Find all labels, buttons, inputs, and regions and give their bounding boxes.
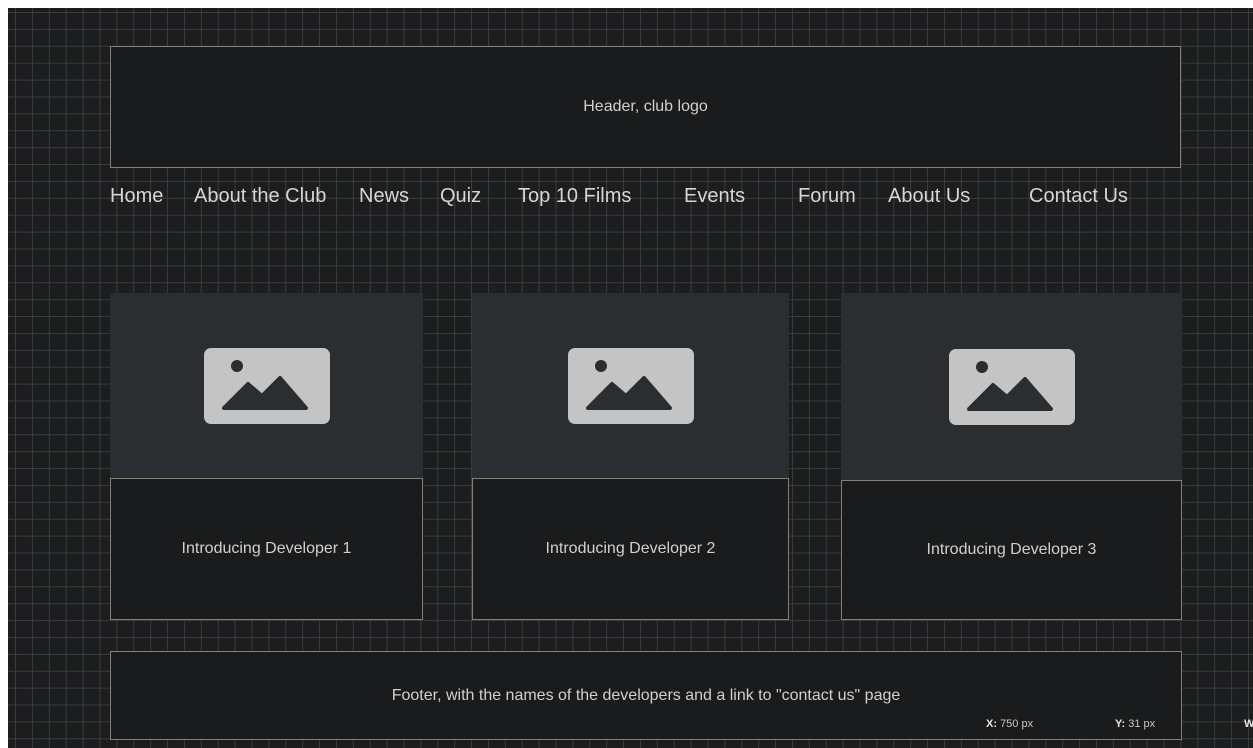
developer-1-card[interactable]: Introducing Developer 1 [110,478,423,620]
developer-3-caption: Introducing Developer 3 [926,541,1097,558]
nav-item-contact-us[interactable]: Contact Us [1029,184,1128,208]
nav-item-news[interactable]: News [359,184,409,208]
design-canvas: Header, club logo Home About the Club Ne… [8,8,1253,748]
x-coordinate-readout: X: 750 px [986,718,1033,730]
nav-item-forum[interactable]: Forum [798,184,856,208]
y-coordinate-value: 31 px [1128,718,1156,730]
nav-item-home[interactable]: Home [110,184,163,208]
developer-2-image[interactable] [472,293,789,478]
nav-item-events[interactable]: Events [684,184,745,208]
x-coordinate-value: 750 px [1000,718,1034,730]
image-placeholder-icon [567,347,694,424]
y-coordinate-readout: Y: 31 px [1115,718,1155,730]
header-label: Header, club logo [583,98,708,115]
developer-2-card[interactable]: Introducing Developer 2 [472,478,789,620]
width-readout: W [1244,718,1253,730]
nav-item-top-10-films[interactable]: Top 10 Films [518,184,631,208]
header-placeholder[interactable]: Header, club logo [110,46,1181,168]
x-coordinate-label: X: [986,718,997,730]
image-placeholder-icon [203,347,330,424]
nav-item-quiz[interactable]: Quiz [440,184,481,208]
y-coordinate-label: Y: [1115,718,1126,730]
image-placeholder-icon [948,348,1075,425]
developer-3-card[interactable]: Introducing Developer 3 [841,480,1182,620]
nav-item-about-us[interactable]: About Us [888,184,970,208]
width-label: W [1244,718,1253,730]
developer-1-caption: Introducing Developer 1 [181,540,352,557]
developer-3-image[interactable] [841,293,1182,480]
footer-label: Footer, with the names of the developers… [391,686,901,704]
nav-item-about-the-club[interactable]: About the Club [194,184,326,208]
developer-1-image[interactable] [110,293,423,478]
developer-2-caption: Introducing Developer 2 [545,540,716,557]
